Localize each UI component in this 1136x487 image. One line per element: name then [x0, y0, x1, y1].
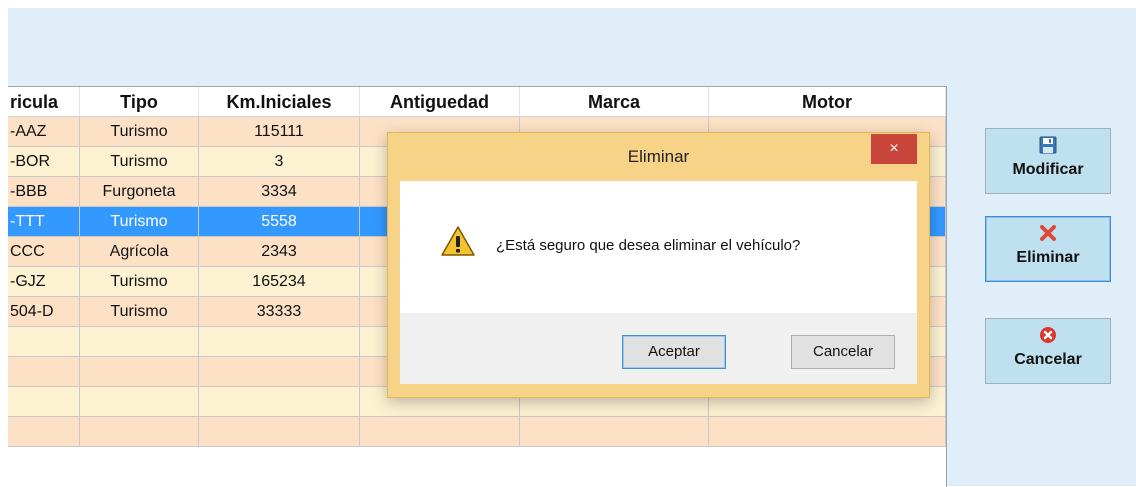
modify-button-label: Modificar	[1012, 161, 1084, 178]
cell-tipo[interactable]: Turismo	[80, 297, 199, 327]
cell-km-iniciales[interactable]: 3	[199, 147, 360, 177]
red-circle-x-icon	[1038, 325, 1058, 345]
cell-km-iniciales[interactable]: 5558	[199, 207, 360, 237]
delete-button[interactable]: Eliminar	[985, 216, 1111, 282]
cell-tipo[interactable]	[80, 327, 199, 357]
cell-matricula[interactable]: -AAZ	[8, 117, 80, 147]
cell-matricula[interactable]: CCC	[8, 237, 80, 267]
cell-km-iniciales[interactable]: 3334	[199, 177, 360, 207]
cell-tipo[interactable]: Turismo	[80, 267, 199, 297]
cell-matricula[interactable]	[8, 417, 80, 447]
cell-tipo[interactable]: Turismo	[80, 207, 199, 237]
modify-button[interactable]: Modificar	[985, 128, 1111, 194]
cell-tipo[interactable]	[80, 387, 199, 417]
dialog-cancel-button[interactable]: Cancelar	[791, 335, 895, 369]
delete-confirm-dialog: Eliminar × ¿Está seguro que desea elimin…	[387, 132, 930, 398]
cancel-button[interactable]: Cancelar	[985, 318, 1111, 384]
delete-button-label: Eliminar	[1016, 249, 1080, 266]
column-header-motor[interactable]: Motor	[709, 87, 946, 117]
save-icon	[1038, 135, 1058, 155]
cell-tipo[interactable]: Turismo	[80, 147, 199, 177]
red-x-icon	[1038, 223, 1058, 243]
warning-icon	[440, 225, 476, 262]
cell-tipo[interactable]: Furgoneta	[80, 177, 199, 207]
cancel-button-label: Cancelar	[1014, 351, 1082, 368]
cell-km-iniciales[interactable]	[199, 387, 360, 417]
cell-km-iniciales[interactable]	[199, 357, 360, 387]
cell-tipo[interactable]	[80, 357, 199, 387]
cell-matricula[interactable]: -GJZ	[8, 267, 80, 297]
cell-antiguedad[interactable]	[360, 417, 520, 447]
cell-km-iniciales[interactable]: 165234	[199, 267, 360, 297]
column-header-tipo[interactable]: Tipo	[80, 87, 199, 117]
grid-header-row: ricula Tipo Km.Iniciales Antiguedad Marc…	[8, 87, 946, 117]
cell-tipo[interactable]	[80, 417, 199, 447]
cell-matricula[interactable]: 504-D	[8, 297, 80, 327]
cell-matricula[interactable]	[8, 327, 80, 357]
cell-tipo[interactable]: Turismo	[80, 117, 199, 147]
cell-motor[interactable]	[709, 417, 946, 447]
dialog-title: Eliminar	[627, 147, 690, 166]
column-header-marca[interactable]: Marca	[520, 87, 709, 117]
cell-matricula[interactable]	[8, 387, 80, 417]
cell-km-iniciales[interactable]	[199, 327, 360, 357]
dialog-close-button[interactable]: ×	[871, 134, 917, 164]
table-row[interactable]	[8, 417, 946, 447]
cell-tipo[interactable]: Agrícola	[80, 237, 199, 267]
column-header-matricula[interactable]: ricula	[8, 87, 80, 117]
column-header-antiguedad[interactable]: Antiguedad	[360, 87, 520, 117]
cell-km-iniciales[interactable]: 33333	[199, 297, 360, 327]
cell-km-iniciales[interactable]: 2343	[199, 237, 360, 267]
cell-marca[interactable]	[520, 417, 709, 447]
cell-matricula[interactable]	[8, 357, 80, 387]
cell-matricula[interactable]: -BOR	[8, 147, 80, 177]
dialog-body: ¿Está seguro que desea eliminar el vehíc…	[400, 181, 917, 384]
dialog-footer: Aceptar Cancelar	[400, 313, 917, 384]
accept-button[interactable]: Aceptar	[622, 335, 726, 369]
cell-km-iniciales[interactable]: 115111	[199, 117, 360, 147]
cell-km-iniciales[interactable]	[199, 417, 360, 447]
dialog-message: ¿Está seguro que desea eliminar el vehíc…	[496, 237, 801, 254]
column-header-km-iniciales[interactable]: Km.Iniciales	[199, 87, 360, 117]
cell-matricula[interactable]: -BBB	[8, 177, 80, 207]
cell-matricula[interactable]: -TTT	[8, 207, 80, 237]
